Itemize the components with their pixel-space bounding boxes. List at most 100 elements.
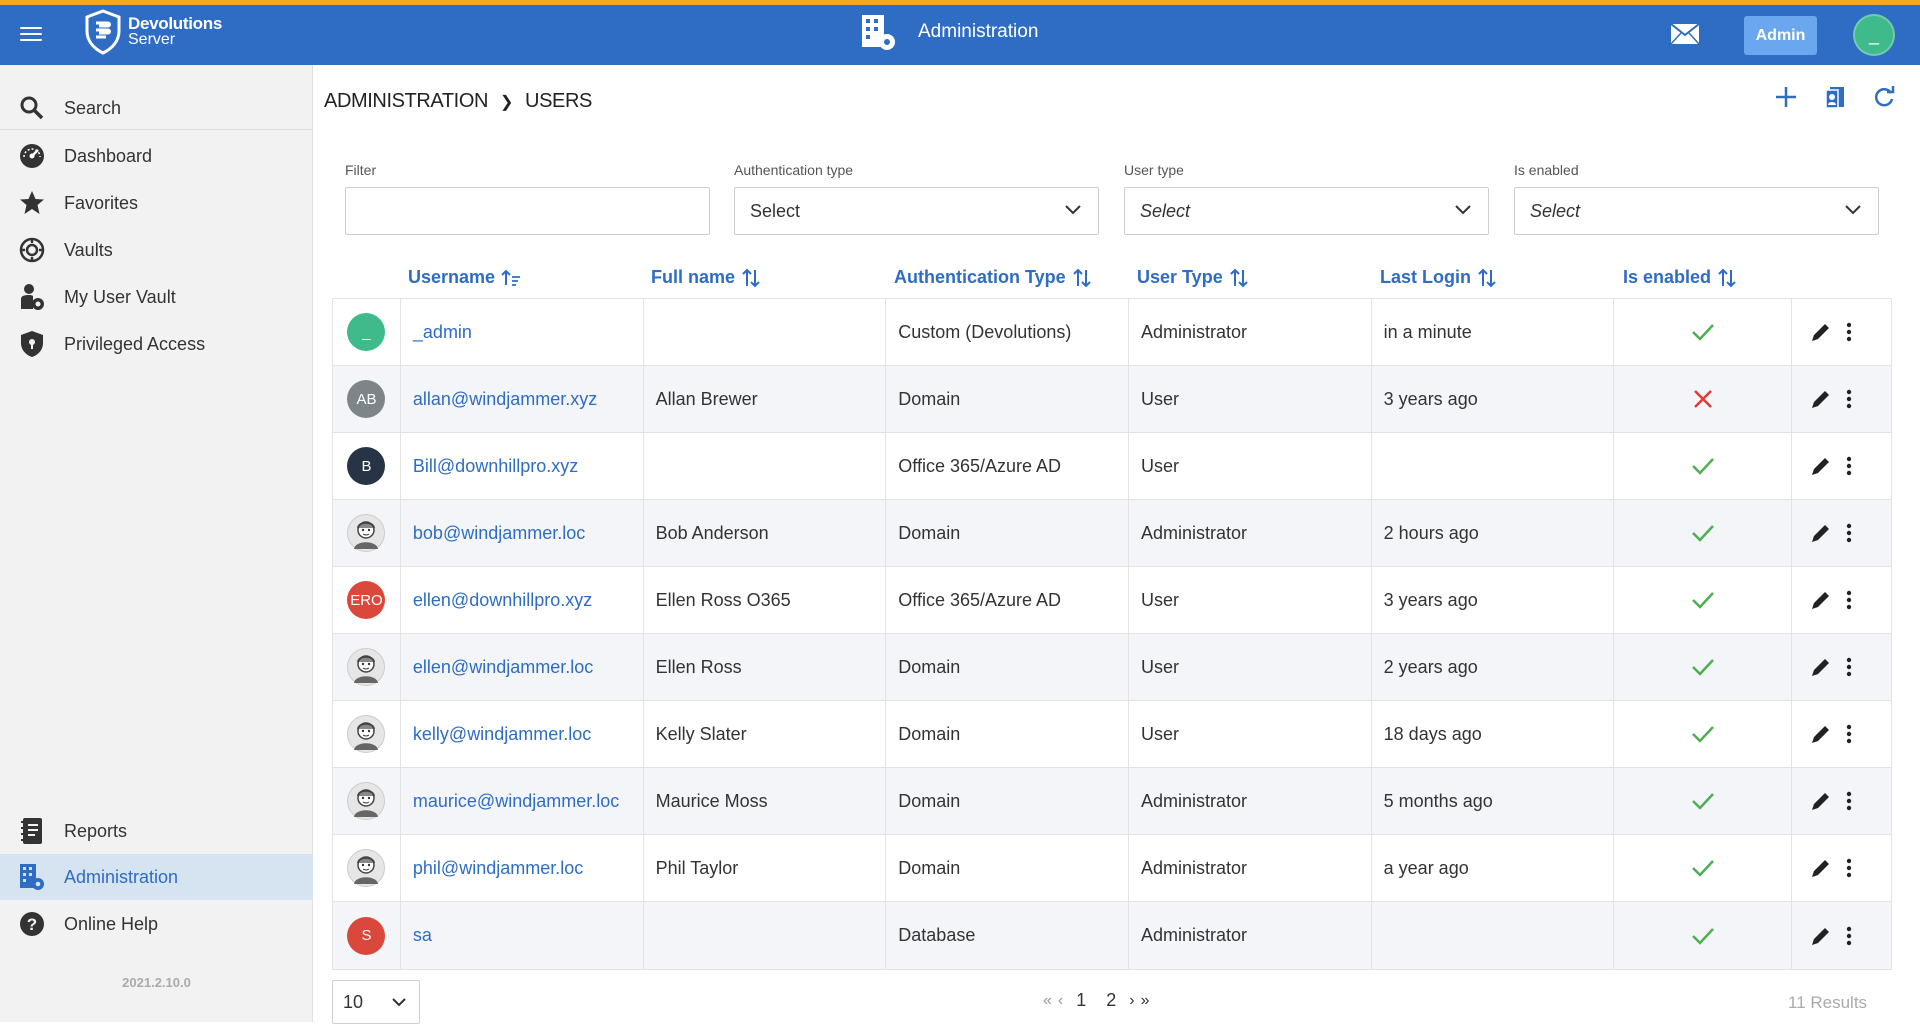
admin-button[interactable]: Admin [1744,16,1817,55]
column-full-name[interactable]: Full name [651,267,761,288]
table-row[interactable]: ERO ellen@downhillpro.xyz Ellen Ross O36… [333,567,1891,634]
column-last-login[interactable]: Last Login [1380,267,1497,288]
administration-building-icon [862,15,895,50]
table-row[interactable]: kelly@windjammer.loc Kelly Slater Domain… [333,701,1891,768]
more-vertical-icon[interactable] [1846,858,1852,878]
sidebar-item-my-user-vault[interactable]: My User Vault [0,274,313,320]
table-row[interactable]: _ _admin Custom (Devolutions) Administra… [333,299,1891,366]
sidebar-item-administration[interactable]: Administration [0,854,313,900]
user-avatar[interactable]: _ [1853,14,1895,56]
sidebar-item-dashboard[interactable]: Dashboard [0,133,313,179]
more-vertical-icon[interactable] [1846,926,1852,946]
user-type-select[interactable]: Select [1124,187,1489,235]
table-row[interactable]: S sa Database Administrator [333,902,1891,969]
sort-icon [1229,268,1248,287]
more-vertical-icon[interactable] [1846,724,1852,744]
auth-type-cell: Domain [886,634,1129,700]
last-page-icon[interactable]: » [1141,992,1150,1010]
menu-icon[interactable] [20,23,42,43]
username-cell[interactable]: kelly@windjammer.loc [401,701,644,767]
edit-pencil-icon[interactable] [1810,522,1832,544]
sidebar-item-privileged-access[interactable]: Privileged Access [0,321,313,367]
sidebar-item-reports[interactable]: Reports [0,808,313,854]
last-login-cell: 18 days ago [1372,701,1615,767]
table-row[interactable]: AB allan@windjammer.xyz Allan Brewer Dom… [333,366,1891,433]
username-cell[interactable]: sa [401,902,644,969]
edit-pencil-icon[interactable] [1810,790,1832,812]
page-1-button[interactable]: 1 [1076,990,1086,1011]
mail-icon[interactable] [1670,23,1700,45]
username-cell[interactable]: phil@windjammer.loc [401,835,644,901]
auth-type-select[interactable]: Select [734,187,1099,235]
edit-pencil-icon[interactable] [1810,723,1832,745]
more-vertical-icon[interactable] [1846,389,1852,409]
edit-pencil-icon[interactable] [1810,656,1832,678]
username-cell[interactable]: ellen@windjammer.loc [401,634,644,700]
table-row[interactable]: B Bill@downhillpro.xyz Office 365/Azure … [333,433,1891,500]
previous-page-icon[interactable]: ‹ [1058,992,1063,1010]
username-cell[interactable]: maurice@windjammer.loc [401,768,644,834]
column-username[interactable]: Username [408,267,521,288]
column-user-type[interactable]: User Type [1137,267,1249,288]
devolutions-logo[interactable]: Devolutions Server [84,9,222,55]
avatar: ERO [347,581,386,619]
username-cell[interactable]: _admin [401,299,644,365]
edit-pencil-icon[interactable] [1810,589,1832,611]
edit-pencil-icon[interactable] [1810,925,1832,947]
more-vertical-icon[interactable] [1846,322,1852,342]
is-enabled-value: Select [1530,200,1581,221]
check-icon [1691,324,1714,341]
is-enabled-cell [1614,567,1793,633]
table-row[interactable]: maurice@windjammer.loc Maurice Moss Doma… [333,768,1891,835]
add-icon[interactable] [1775,86,1797,108]
filter-input[interactable] [345,187,710,235]
more-vertical-icon[interactable] [1846,791,1852,811]
more-vertical-icon[interactable] [1846,456,1852,476]
username-cell[interactable]: ellen@downhillpro.xyz [401,567,644,633]
shield-icon [18,330,46,358]
sidebar-item-search[interactable]: Search [0,85,313,131]
auth-type-value: Select [750,200,801,221]
import-user-icon[interactable] [1824,86,1846,110]
actions-cell [1792,902,1891,969]
username-cell[interactable]: allan@windjammer.xyz [401,366,644,432]
edit-pencil-icon[interactable] [1810,455,1832,477]
column-is-enabled[interactable]: Is enabled [1623,267,1737,288]
table-row[interactable]: phil@windjammer.loc Phil Taylor Domain A… [333,835,1891,902]
chevron-down-icon [1065,205,1081,215]
more-vertical-icon[interactable] [1846,590,1852,610]
table-row[interactable]: ellen@windjammer.loc Ellen Ross Domain U… [333,634,1891,701]
table-row[interactable]: bob@windjammer.loc Bob Anderson Domain A… [333,500,1891,567]
edit-pencil-icon[interactable] [1810,857,1832,879]
more-vertical-icon[interactable] [1846,657,1852,677]
sidebar-item-vaults[interactable]: Vaults [0,227,313,273]
full-name-cell: Bob Anderson [644,500,887,566]
page-2-button[interactable]: 2 [1106,990,1116,1011]
actions-cell [1792,500,1891,566]
auth-type-cell: Office 365/Azure AD [886,433,1129,499]
next-page-icon[interactable]: › [1129,992,1134,1010]
edit-pencil-icon[interactable] [1810,321,1832,343]
edit-pencil-icon[interactable] [1810,388,1832,410]
sidebar-item-online-help[interactable]: ? Online Help [0,901,313,947]
breadcrumb-root[interactable]: ADMINISTRATION [324,90,488,113]
first-page-icon[interactable]: « [1043,992,1052,1010]
top-bar: Devolutions Server Administration Admin … [0,0,1920,65]
is-enabled-cell [1614,366,1793,432]
sidebar-item-favorites[interactable]: Favorites [0,180,313,226]
username-cell[interactable]: bob@windjammer.loc [401,500,644,566]
breadcrumb: ADMINISTRATION ❯ USERS [324,90,592,113]
full-name-cell: Ellen Ross [644,634,887,700]
is-enabled-select[interactable]: Select [1514,187,1879,235]
refresh-icon[interactable] [1873,86,1895,108]
is-enabled-cell [1614,500,1793,566]
brand-name: Devolutions [128,14,222,33]
page-size-select[interactable]: 10 [332,980,420,1024]
user-type-cell: Administrator [1129,500,1372,566]
column-authentication-type[interactable]: Authentication Type [894,267,1092,288]
avatar: _ [347,313,386,351]
avatar-cell: B [333,433,401,499]
more-vertical-icon[interactable] [1846,523,1852,543]
is-enabled-label: Is enabled [1514,162,1579,178]
username-cell[interactable]: Bill@downhillpro.xyz [401,433,644,499]
